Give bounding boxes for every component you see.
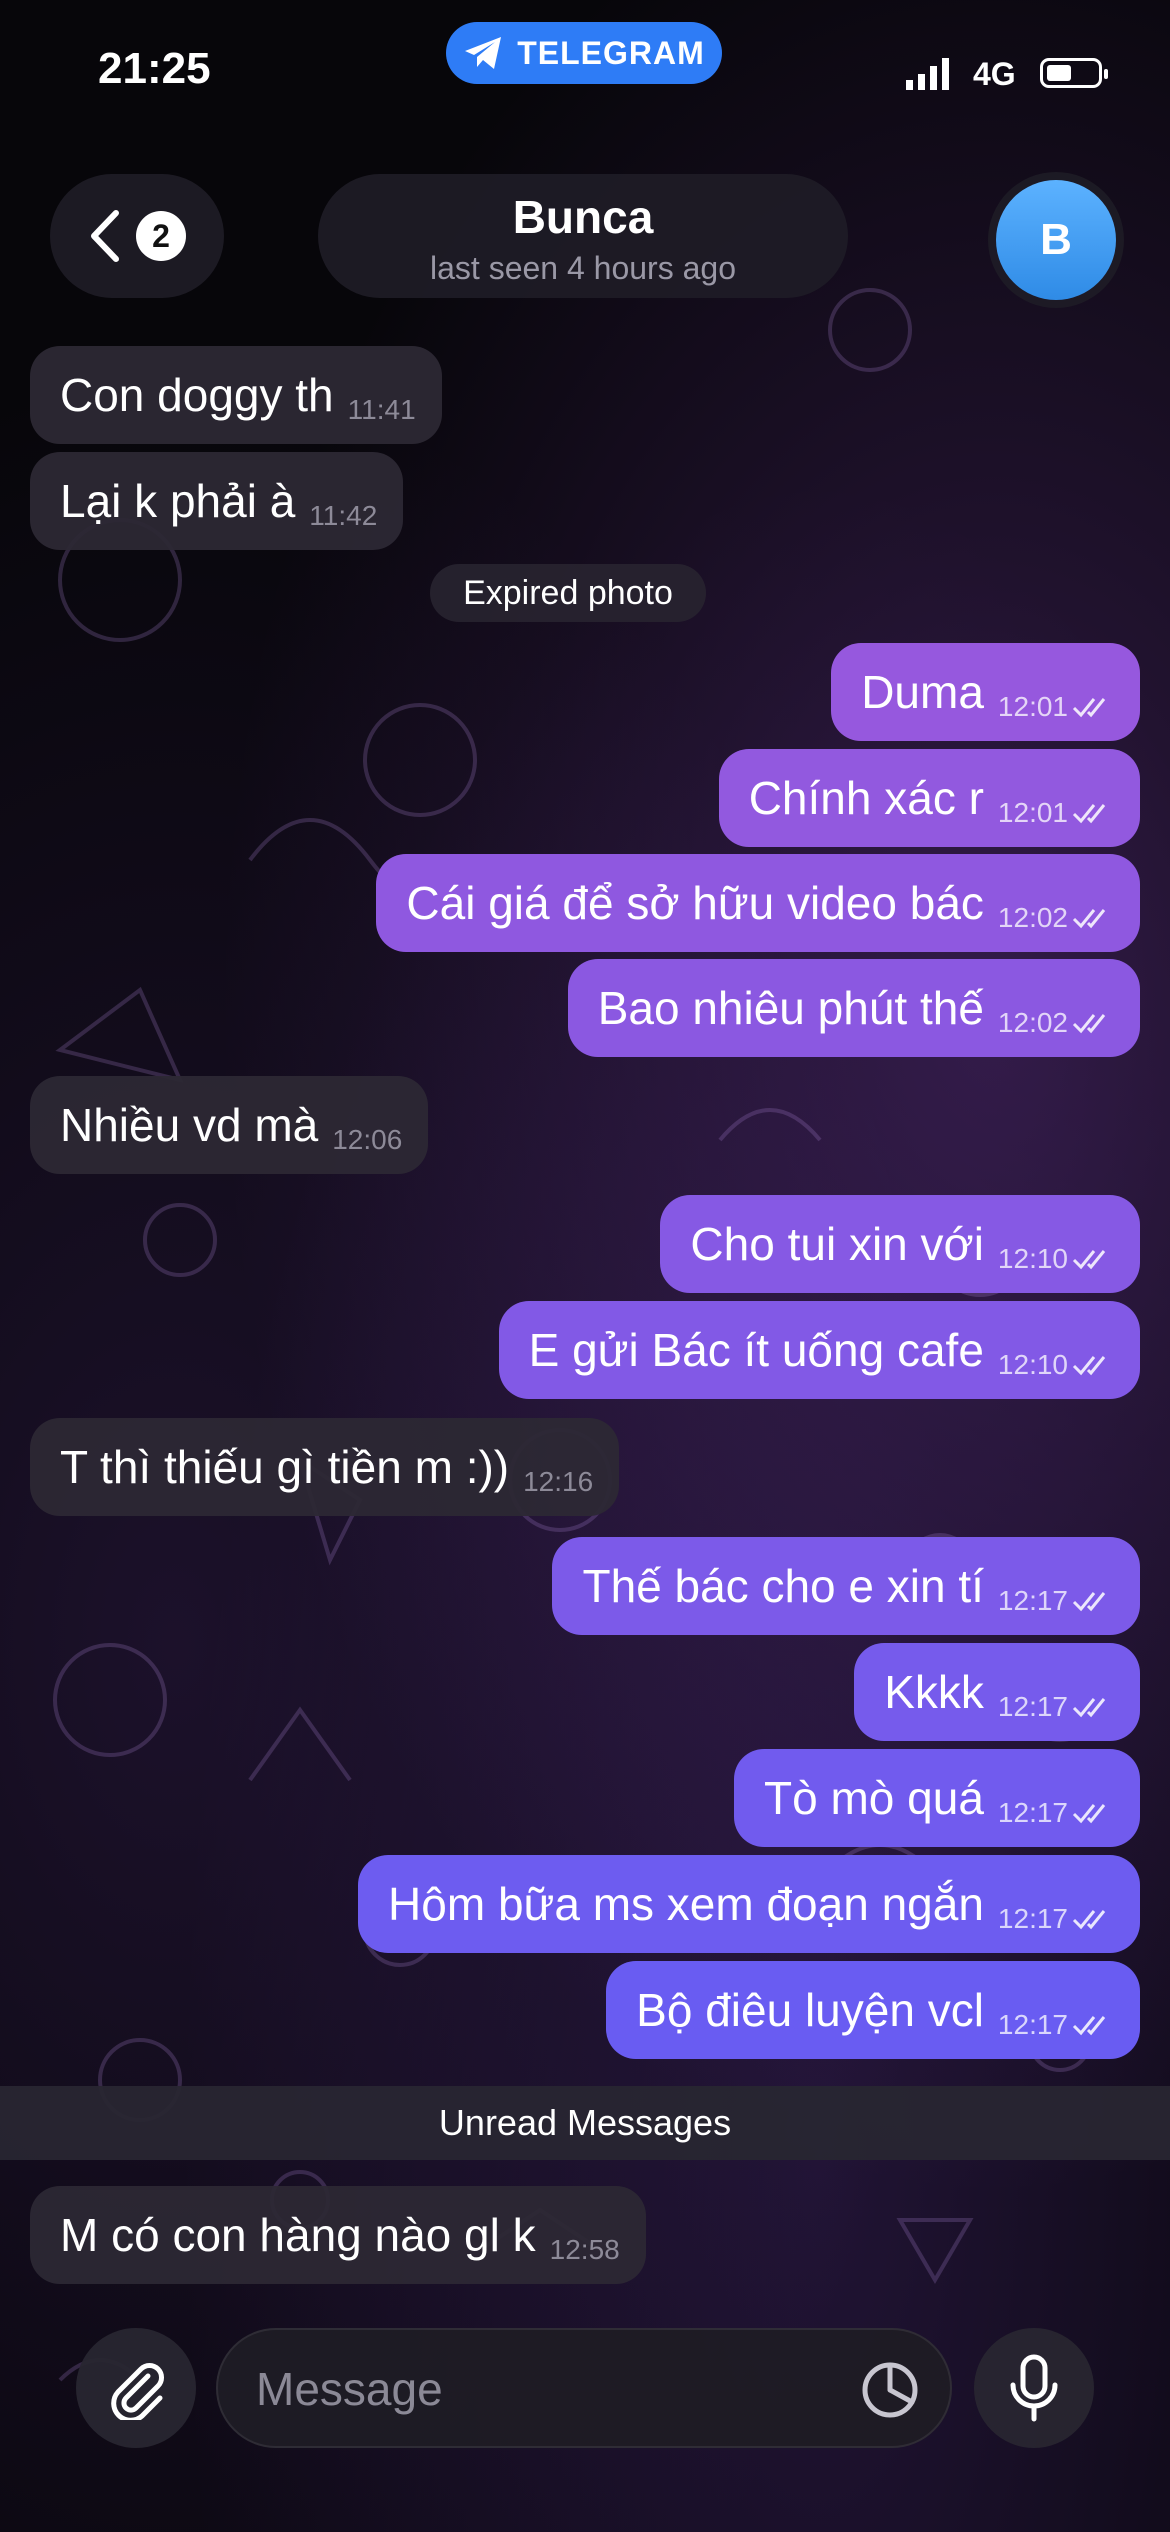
- message-time: 12:16: [523, 1466, 594, 1497]
- message-time: 12:17: [997, 1903, 1068, 1934]
- message-text: Chính xác r: [748, 772, 984, 824]
- message-text: Cho tui xin với: [690, 1218, 984, 1270]
- outgoing-message[interactable]: Tò mò quá 12:17: [734, 1749, 1140, 1847]
- message-time: 12:02: [997, 902, 1068, 933]
- incoming-message[interactable]: Nhiều vd mà 12:06: [30, 1076, 429, 1174]
- outgoing-message[interactable]: Bộ điêu luyện vcl 12:17: [606, 1961, 1140, 2059]
- message-text: Lại k phải à: [60, 475, 296, 527]
- outgoing-message[interactable]: Cho tui xin với 12:10: [660, 1195, 1140, 1293]
- incoming-message[interactable]: Lại k phải à 11:42: [30, 452, 404, 550]
- double-check-icon: [1072, 1698, 1106, 1718]
- signal-icon: [906, 58, 949, 90]
- sticker-icon[interactable]: [860, 2360, 920, 2420]
- double-check-icon: [1072, 804, 1106, 824]
- telegram-banner[interactable]: TELEGRAM: [446, 22, 722, 84]
- double-check-icon: [1072, 1910, 1106, 1930]
- incoming-message[interactable]: Con doggy th 11:41: [30, 346, 442, 444]
- double-check-icon: [1072, 1356, 1106, 1376]
- network-type: 4G: [973, 56, 1016, 92]
- message-time: 12:17: [997, 2009, 1068, 2040]
- back-chevron-icon: [91, 210, 119, 262]
- message-text: Bộ điêu luyện vcl: [636, 1984, 984, 2036]
- message-text: Thế bác cho e xin tí: [582, 1560, 984, 1612]
- outgoing-message[interactable]: E gửi Bác ít uống cafe 12:10: [498, 1301, 1140, 1399]
- message-time: 11:41: [347, 394, 416, 425]
- message-time: 12:10: [997, 1243, 1068, 1274]
- message-text: Nhiều vd mà: [60, 1099, 319, 1151]
- message-text: Duma: [861, 666, 984, 718]
- message-text: T thì thiếu gì tiền m :)): [60, 1441, 510, 1493]
- incoming-message[interactable]: M có con hàng nào gl k 12:58: [30, 2186, 646, 2284]
- status-time: 21:25: [98, 44, 211, 93]
- message-text: Cái giá để sở hữu video bác: [406, 877, 984, 929]
- message-time: 12:01: [997, 797, 1068, 828]
- chat-title-area[interactable]: Bunca last seen 4 hours ago: [318, 174, 848, 298]
- message-time: 12:17: [997, 1797, 1068, 1828]
- outgoing-message[interactable]: Bao nhiêu phút thế 12:02: [567, 959, 1140, 1057]
- telegram-icon: [465, 37, 502, 69]
- chat-title: Bunca: [512, 191, 654, 243]
- message-text: Bao nhiêu phút thế: [597, 982, 984, 1034]
- paperclip-icon: [111, 2363, 164, 2420]
- last-seen-status: last seen 4 hours ago: [430, 250, 736, 286]
- microphone-icon: [1010, 2354, 1058, 2422]
- outgoing-message[interactable]: Duma 12:01: [831, 643, 1140, 741]
- unread-count-badge: 2: [136, 211, 186, 261]
- message-input-container[interactable]: [216, 2328, 952, 2448]
- message-text: Tò mò quá: [764, 1772, 984, 1824]
- message-text: Con doggy th: [60, 369, 334, 421]
- unread-messages-divider: Unread Messages: [0, 2086, 1170, 2160]
- message-input[interactable]: [254, 2358, 818, 2420]
- double-check-icon: [1072, 1592, 1106, 1612]
- avatar[interactable]: B: [996, 180, 1116, 300]
- banner-label: TELEGRAM: [517, 34, 705, 71]
- double-check-icon: [1072, 698, 1106, 718]
- attach-button[interactable]: [76, 2328, 196, 2448]
- message-text: E gửi Bác ít uống cafe: [528, 1324, 984, 1376]
- message-text: Kkkk: [884, 1666, 984, 1718]
- outgoing-message[interactable]: Thế bác cho e xin tí 12:17: [552, 1537, 1140, 1635]
- outgoing-message[interactable]: Cái giá để sở hữu video bác 12:02: [376, 854, 1140, 952]
- message-time: 12:17: [997, 1585, 1068, 1616]
- message-time: 11:42: [309, 500, 378, 531]
- double-check-icon: [1072, 1804, 1106, 1824]
- double-check-icon: [1072, 909, 1106, 929]
- message-text: M có con hàng nào gl k: [60, 2209, 536, 2261]
- message-text: Hôm bữa ms xem đoạn ngắn: [388, 1878, 984, 1930]
- double-check-icon: [1072, 1014, 1106, 1034]
- double-check-icon: [1072, 2016, 1106, 2036]
- outgoing-message[interactable]: Hôm bữa ms xem đoạn ngắn 12:17: [358, 1855, 1140, 1953]
- message-time: 12:58: [549, 2234, 620, 2265]
- message-time: 12:10: [997, 1349, 1068, 1380]
- outgoing-message[interactable]: Chính xác r 12:01: [718, 749, 1140, 847]
- service-message: Expired photo: [430, 564, 706, 622]
- battery-icon: [1040, 58, 1108, 88]
- message-time: 12:02: [997, 1007, 1068, 1038]
- status-bar: 21:25 TELEGRAM 4G: [0, 0, 1170, 150]
- voice-record-button[interactable]: [974, 2328, 1094, 2448]
- message-time: 12:06: [332, 1124, 403, 1155]
- double-check-icon: [1072, 1250, 1106, 1270]
- incoming-message[interactable]: T thì thiếu gì tiền m :)) 12:16: [30, 1418, 620, 1516]
- message-time: 12:01: [997, 691, 1068, 722]
- message-time: 12:17: [997, 1691, 1068, 1722]
- outgoing-message[interactable]: Kkkk 12:17: [854, 1643, 1140, 1741]
- back-button[interactable]: 2: [50, 174, 224, 298]
